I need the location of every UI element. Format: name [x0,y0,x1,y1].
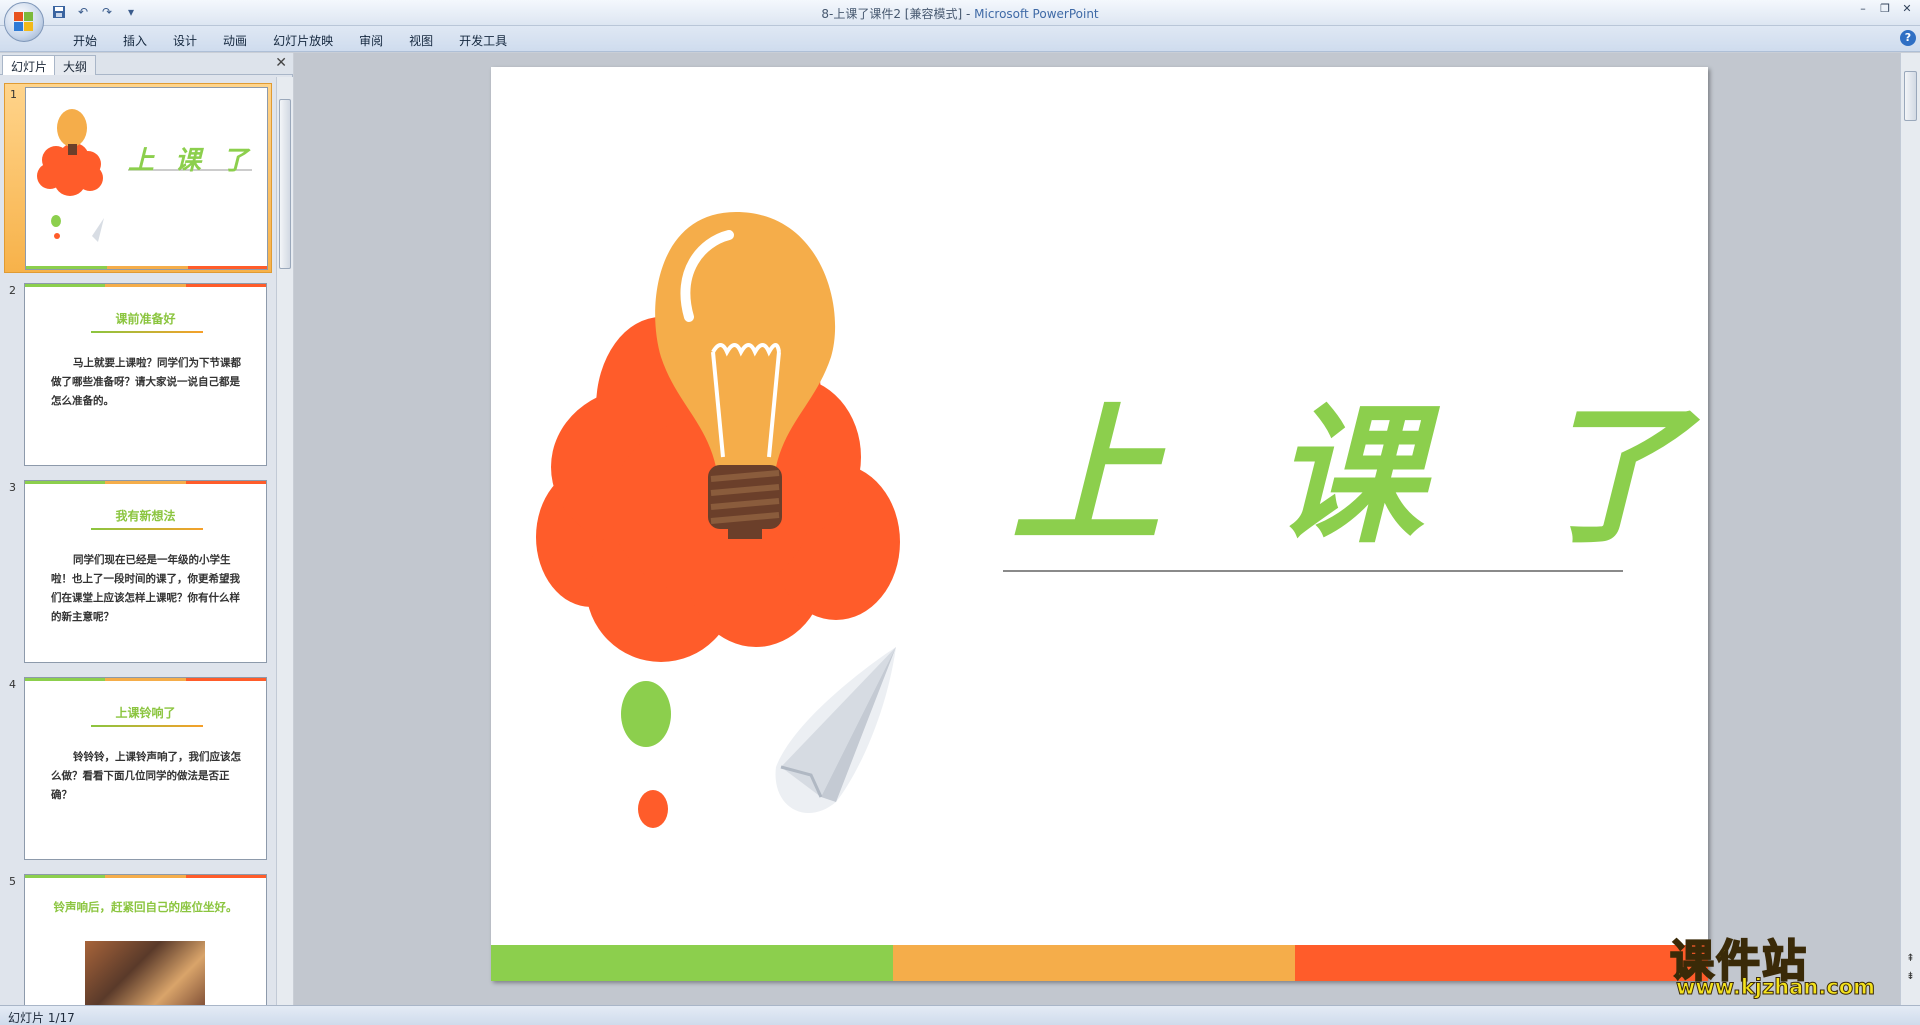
slide-number: 3 [9,481,16,494]
slide-3-thumb-title: 我有新想法 [115,509,176,523]
slide-2-thumb-title: 课前准备好 [115,312,176,326]
bottom-bar-red [1295,945,1708,981]
panel-tabs: 幻灯片 大纲 ✕ [0,53,293,75]
orange-dot [638,790,668,828]
slide-thumbnail-4[interactable]: 4 上课铃响了 铃铃铃，上课铃声响了，我们应该怎么做？看看下面几位同学的做法是否… [4,674,272,864]
office-button[interactable] [4,2,44,42]
slide-1-preview: 上 课 了 [25,87,268,270]
bottom-bar-green [491,945,893,981]
tab-insert[interactable]: 插入 [110,30,160,51]
ribbon: 开始 插入 设计 动画 幻灯片放映 审阅 视图 开发工具 ? [0,26,1920,52]
slide-thumbnail-1[interactable]: 1 上 课 了 [4,83,272,273]
slide-5-thumb-title: 铃声响后，赶紧回自己的座位坐好。 [53,900,238,914]
slides-panel: 幻灯片 大纲 ✕ 1 上 课 了 2 课前准备好 马上就要上课啦？同学们为下节课… [0,53,293,1005]
slide-number: 5 [9,875,16,888]
slide-4-preview: 上课铃响了 铃铃铃，上课铃声响了，我们应该怎么做？看看下面几位同学的做法是否正确… [24,677,267,860]
slide-1-thumb-title: 上 课 了 [128,146,255,176]
tab-slides[interactable]: 幻灯片 [2,55,57,75]
slide-4-thumb-title: 上课铃响了 [115,706,176,720]
close-icon[interactable]: ✕ [1900,2,1914,16]
slide-counter: 幻灯片 1/17 [8,1011,75,1025]
watermark-url: www.kjzhan.com [1675,975,1876,1000]
slide-1-art [26,109,267,269]
slide-3-preview: 我有新想法 同学们现在已经是一年级的小学生啦！也上了一段时间的课了，你更希望我们… [24,480,267,663]
watermark-logo: 课件站 www.kjzhan.com [1660,925,1910,1005]
tab-view[interactable]: 视图 [396,30,446,51]
slide-4-thumb-body: 铃铃铃，上课铃声响了，我们应该怎么做？看看下面几位同学的做法是否正确？ [51,751,241,801]
bottom-bar-orange [893,945,1295,981]
slide-number: 4 [9,678,16,691]
app-name: Microsoft PowerPoint [974,7,1099,21]
tab-animations[interactable]: 动画 [210,30,260,51]
slide-number: 1 [10,88,17,101]
paper-plane-icon [775,647,896,814]
slide-title[interactable]: 上 课 了 [1011,397,1708,557]
ribbon-tabs: 开始 插入 设计 动画 幻灯片放映 审阅 视图 开发工具 [60,30,520,51]
slide-scrollbar[interactable]: ⇞ ⇟ [1900,53,1920,1005]
panel-scrollbar[interactable] [276,77,293,1005]
slide-5-preview: 铃声响后，赶紧回自己的座位坐好。 [24,874,267,1005]
office-logo-icon [14,12,34,32]
close-panel-icon[interactable]: ✕ [275,55,287,71]
document-title: 8-上课了课件2 [兼容模式] - [821,7,975,21]
slide-thumbnails: 1 上 课 了 2 课前准备好 马上就要上课啦？同学们为下节课都做了哪些准备呀？… [0,77,276,1005]
classroom-photo [85,941,205,1005]
title-bar: ↶ ↷ ▾ 8-上课了课件2 [兼容模式] - Microsoft PowerP… [0,0,1920,42]
window-title: 8-上课了课件2 [兼容模式] - Microsoft PowerPoint [0,5,1920,22]
panel-scroll-thumb[interactable] [279,99,291,269]
slide-2-preview: 课前准备好 马上就要上课啦？同学们为下节课都做了哪些准备呀？请大家说一说自己都是… [24,283,267,466]
tab-developer[interactable]: 开发工具 [446,30,520,51]
current-slide[interactable]: 上 课 了 [491,67,1708,981]
window-controls: – ❐ ✕ [1856,2,1914,16]
tab-design[interactable]: 设计 [160,30,210,51]
minimize-icon[interactable]: – [1856,2,1870,16]
slide-thumbnail-5[interactable]: 5 铃声响后，赶紧回自己的座位坐好。 [4,871,272,1005]
tab-review[interactable]: 审阅 [346,30,396,51]
tab-home[interactable]: 开始 [60,30,110,51]
tab-outline[interactable]: 大纲 [54,55,97,75]
tab-slideshow[interactable]: 幻灯片放映 [260,30,346,51]
slide-2-thumb-body: 马上就要上课啦？同学们为下节课都做了哪些准备呀？请大家说一说自己都是怎么准备的。 [51,357,241,407]
slide-editing-area: 上 课 了 [294,53,1900,1005]
slide-scroll-thumb[interactable] [1904,71,1917,121]
help-icon[interactable]: ? [1900,30,1916,46]
slide-thumbnail-3[interactable]: 3 我有新想法 同学们现在已经是一年级的小学生啦！也上了一段时间的课了，你更希望… [4,477,272,667]
slide-thumbnail-2[interactable]: 2 课前准备好 马上就要上课啦？同学们为下节课都做了哪些准备呀？请大家说一说自己… [4,280,272,470]
slide-number: 2 [9,284,16,297]
status-bar: 幻灯片 1/17 [0,1005,1920,1025]
green-dot [621,681,671,747]
restore-icon[interactable]: ❐ [1878,2,1892,16]
slide-3-thumb-body: 同学们现在已经是一年级的小学生啦！也上了一段时间的课了，你更希望我们在课堂上应该… [51,554,240,623]
